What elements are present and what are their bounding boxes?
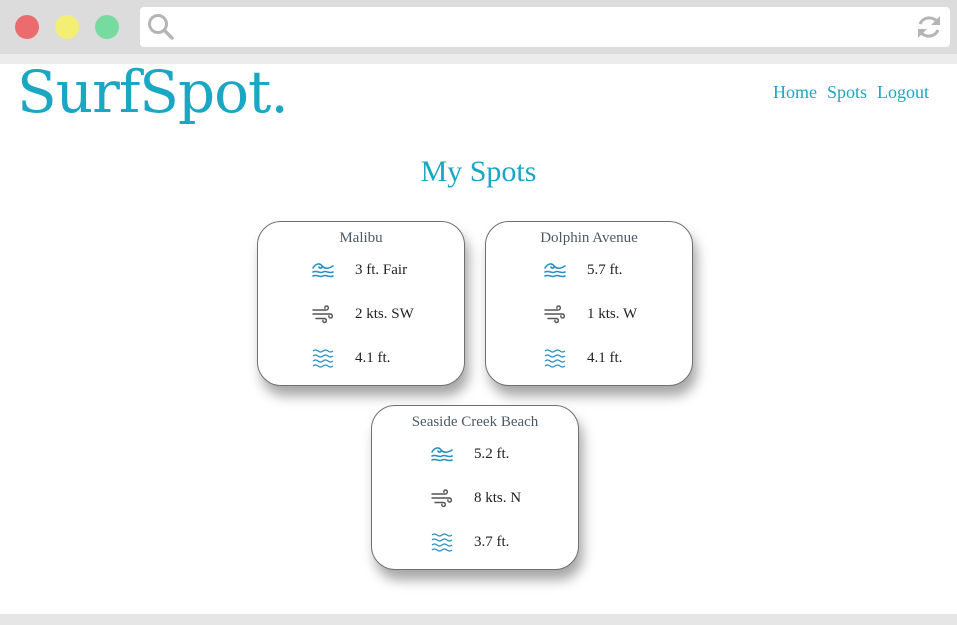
swell-value: 3 ft. Fair	[355, 261, 408, 278]
tide-row: 3.7 ft.	[430, 530, 509, 554]
tide-value: 3.7 ft.	[474, 533, 510, 550]
swell-value: 5.2 ft.	[474, 445, 510, 462]
swell-row: 5.2 ft.	[430, 442, 509, 466]
wind-icon	[431, 489, 453, 508]
search-icon	[148, 14, 174, 40]
window-bottom-edge	[0, 614, 957, 625]
spot-name: Malibu	[339, 230, 383, 246]
wind-icon	[312, 305, 334, 324]
nav-home-link[interactable]: Home	[773, 82, 817, 103]
spot-card[interactable]: Seaside Creek Beach 5.2 ft. 8 kts. N 3.7…	[371, 405, 579, 570]
page-title: My Spots	[420, 155, 537, 188]
wind-icon	[544, 305, 566, 324]
water-lines-icon	[431, 533, 453, 552]
spot-card[interactable]: Dolphin Avenue 5.7 ft. 1 kts. W 4.1 ft.	[485, 221, 693, 386]
address-bar[interactable]	[140, 7, 950, 47]
browser-toolbar	[0, 0, 957, 54]
spot-name: Seaside Creek Beach	[411, 414, 539, 430]
water-lines-icon	[312, 349, 334, 368]
wind-row: 8 kts. N	[430, 486, 521, 510]
wind-row: 2 kts. SW	[311, 302, 414, 326]
waves-swell-icon	[431, 447, 453, 462]
swell-value: 5.7 ft.	[587, 261, 623, 278]
tide-value: 4.1 ft.	[587, 349, 623, 366]
swell-row: 3 ft. Fair	[311, 258, 407, 282]
spot-card[interactable]: Malibu 3 ft. Fair 2 kts. SW 4.1 ft.	[257, 221, 465, 386]
maximize-window-button[interactable]	[95, 15, 119, 39]
reload-icon[interactable]	[914, 12, 944, 42]
waves-swell-icon	[312, 263, 334, 278]
minimize-window-button[interactable]	[55, 15, 79, 39]
swell-row: 5.7 ft.	[543, 258, 622, 282]
tide-row: 4.1 ft.	[543, 346, 622, 370]
spot-name: Dolphin Avenue	[540, 230, 638, 246]
water-lines-icon	[544, 349, 566, 368]
nav-spots-link[interactable]: Spots	[827, 82, 867, 103]
close-window-button[interactable]	[15, 15, 39, 39]
wind-value: 1 kts. W	[587, 305, 638, 322]
wind-row: 1 kts. W	[543, 302, 637, 326]
main-nav: Home Spots Logout	[773, 82, 929, 103]
wind-value: 2 kts. SW	[355, 305, 414, 322]
wind-value: 8 kts. N	[474, 489, 522, 506]
tide-row: 4.1 ft.	[311, 346, 390, 370]
site-logo[interactable]: SurfSpot.	[17, 58, 289, 126]
tide-value: 4.1 ft.	[355, 349, 391, 366]
nav-logout-link[interactable]: Logout	[877, 82, 929, 103]
waves-swell-icon	[544, 263, 566, 278]
